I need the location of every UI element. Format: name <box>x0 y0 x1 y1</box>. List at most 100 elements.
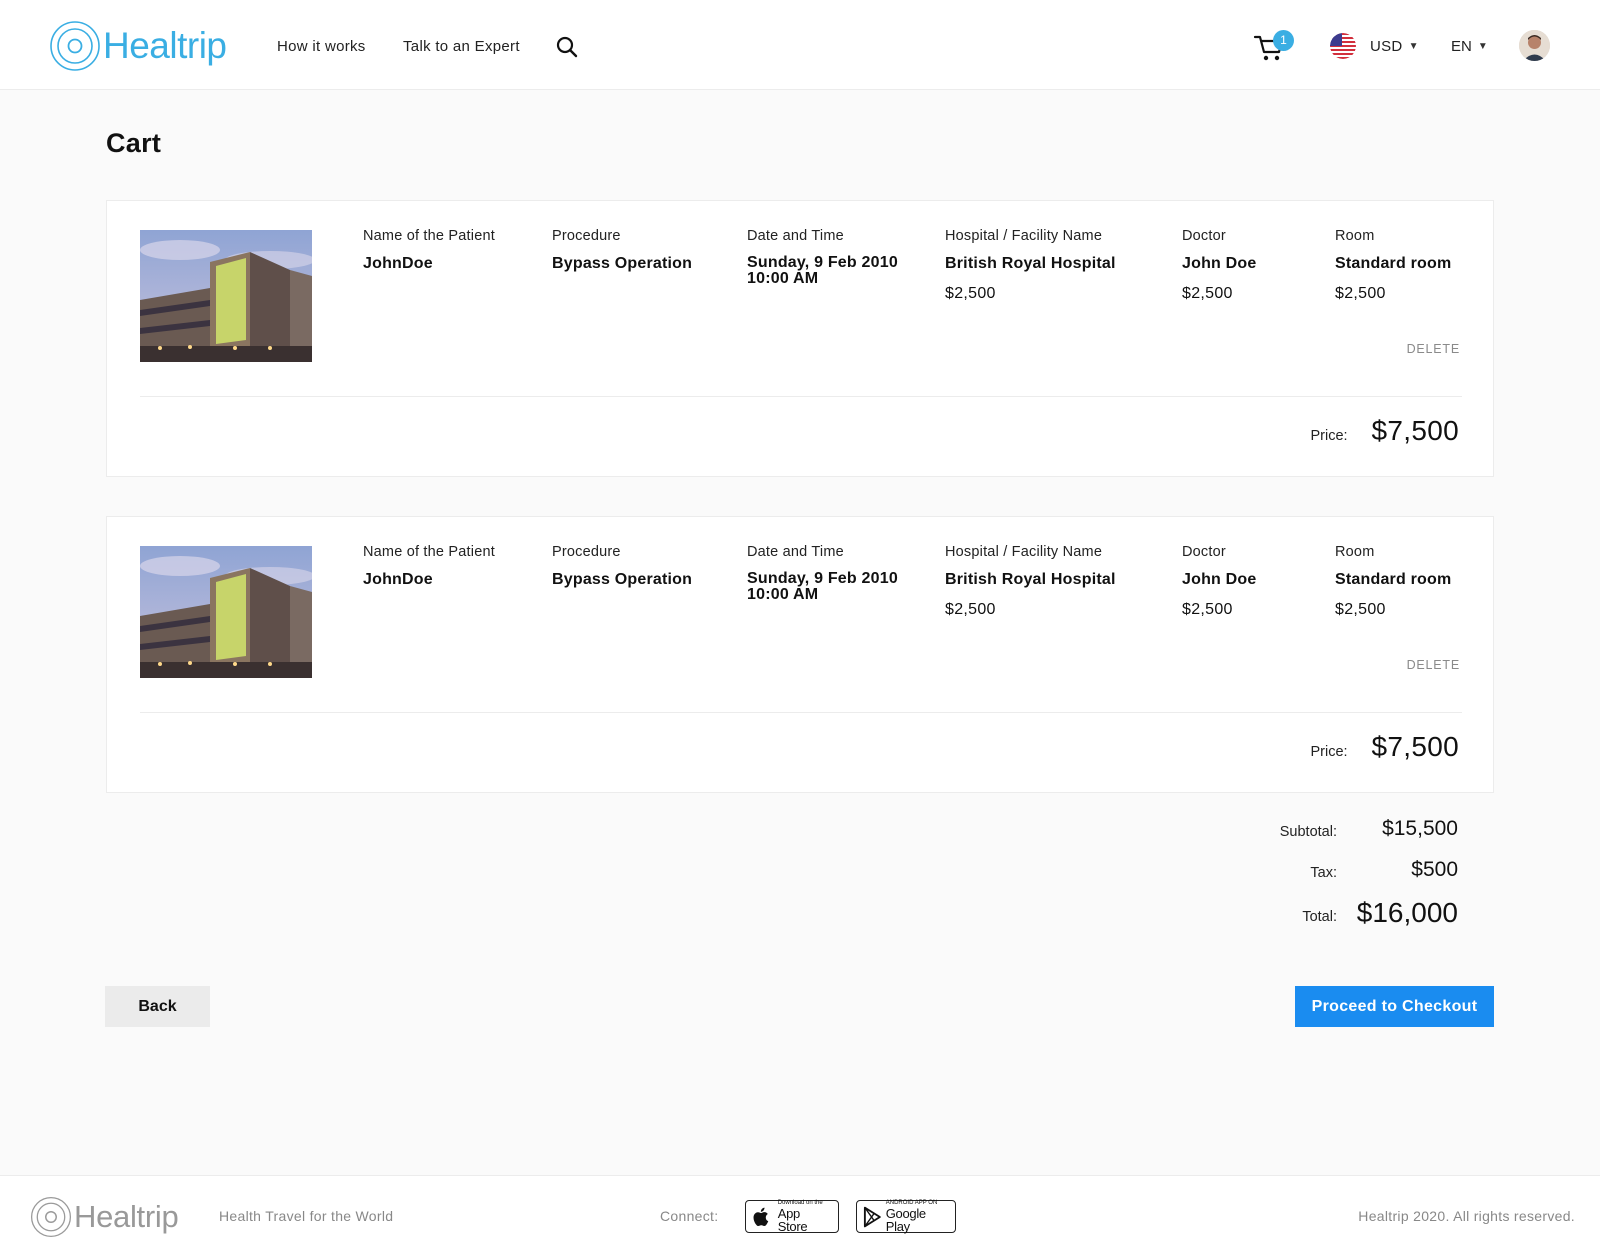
apple-icon <box>753 1207 769 1226</box>
chevron-down-icon: ▼ <box>1477 41 1488 52</box>
datetime-label: Date and Time <box>747 228 844 244</box>
proceed-to-checkout-button[interactable]: Proceed to Checkout <box>1295 986 1494 1027</box>
currency-label: USD <box>1370 37 1403 55</box>
doctor-column: Doctor John Doe $2,500 <box>1182 544 1257 619</box>
google-play-icon <box>863 1206 881 1227</box>
divider <box>140 396 1462 397</box>
total-label: Total: <box>1302 909 1337 925</box>
divider <box>140 712 1462 713</box>
doctor-label: Doctor <box>1182 228 1226 244</box>
doctor-column: Doctor John Doe $2,500 <box>1182 228 1257 303</box>
room-label: Room <box>1335 228 1375 244</box>
hospital-name: British Royal Hospital <box>945 571 1116 588</box>
item-price-row: Price: $7,500 <box>1310 731 1459 763</box>
cart-item: Name of the Patient JohnDoe Procedure By… <box>106 516 1494 793</box>
appointment-date: Sunday, 9 Feb 2010 <box>747 570 898 587</box>
price-label: Price: <box>1310 744 1348 760</box>
footer-logo[interactable]: Healtrip <box>30 1196 179 1238</box>
procedure-column: Procedure Bypass Operation <box>552 544 692 589</box>
hospital-label: Hospital / Facility Name <box>945 544 1103 560</box>
room-label: Room <box>1335 544 1375 560</box>
procedure-label: Procedure <box>552 544 621 560</box>
subtotal-value: $15,500 <box>1382 817 1458 840</box>
total-value: $16,000 <box>1356 897 1458 928</box>
cart-count-badge: 1 <box>1273 30 1294 51</box>
healtrip-logo-icon <box>30 1196 72 1238</box>
chevron-down-icon: ▼ <box>1408 40 1419 52</box>
currency-selector[interactable]: USD ▼ <box>1330 33 1418 59</box>
hospital-name: British Royal Hospital <box>945 255 1116 272</box>
procedure-name: Bypass Operation <box>552 255 693 272</box>
patient-label: Name of the Patient <box>363 228 495 244</box>
doctor-name: John Doe <box>1182 255 1257 272</box>
doctor-price: $2,500 <box>1182 285 1233 302</box>
subtotal-label: Subtotal: <box>1279 824 1337 840</box>
nav-talk-to-expert[interactable]: Talk to an Expert <box>403 38 520 55</box>
appointment-date: Sunday, 9 Feb 2010 <box>747 254 898 271</box>
hospital-column: Hospital / Facility Name British Royal H… <box>945 228 1116 303</box>
doctor-label: Doctor <box>1182 544 1226 560</box>
connect-label: Connect: <box>660 1208 719 1224</box>
tax-label: Tax: <box>1310 865 1337 881</box>
appointment-time: 10:00 AM <box>747 270 819 287</box>
datetime-column: Date and Time Sunday, 9 Feb 2010 10:00 A… <box>747 228 898 287</box>
logo[interactable]: Healtrip <box>49 20 227 72</box>
tax-row: Tax: $500 <box>1138 857 1458 899</box>
appointment-time: 10:00 AM <box>747 586 819 603</box>
hospital-label: Hospital / Facility Name <box>945 228 1103 244</box>
room-price: $2,500 <box>1335 601 1386 618</box>
footer-logo-text: Healtrip <box>74 1199 179 1234</box>
copyright-text: Healtrip 2020. All rights reserved. <box>1358 1208 1575 1224</box>
hospital-price: $2,500 <box>945 285 996 302</box>
logo-text: Healtrip <box>103 25 227 66</box>
item-price-row: Price: $7,500 <box>1310 415 1459 447</box>
us-flag-icon <box>1330 33 1356 59</box>
item-price: $7,500 <box>1371 731 1459 762</box>
total-row: Total: $16,000 <box>1138 897 1458 941</box>
tax-value: $500 <box>1411 858 1458 881</box>
patient-column: Name of the Patient JohnDoe <box>363 544 495 589</box>
room-price: $2,500 <box>1335 285 1386 302</box>
footer-tagline: Health Travel for the World <box>219 1208 394 1224</box>
item-price: $7,500 <box>1371 415 1459 446</box>
language-selector[interactable]: EN ▼ <box>1451 38 1488 55</box>
room-column: Room Standard room $2,500 <box>1335 544 1451 619</box>
procedure-label: Procedure <box>552 228 621 244</box>
hospital-image <box>140 230 312 362</box>
patient-name: JohnDoe <box>363 255 433 272</box>
hospital-image <box>140 546 312 678</box>
patient-label: Name of the Patient <box>363 544 495 560</box>
language-label: EN <box>1451 38 1472 55</box>
datetime-column: Date and Time Sunday, 9 Feb 2010 10:00 A… <box>747 544 898 603</box>
user-avatar[interactable] <box>1519 30 1550 61</box>
procedure-name: Bypass Operation <box>552 571 693 588</box>
avatar-icon <box>1519 30 1550 61</box>
datetime-label: Date and Time <box>747 544 844 560</box>
google-play-text: Google Play <box>885 1206 926 1234</box>
footer: Healtrip Health Travel for the World Con… <box>0 1175 1600 1254</box>
app-store-text: App Store <box>777 1206 808 1234</box>
room-column: Room Standard room $2,500 <box>1335 228 1451 303</box>
delete-item-button[interactable]: DELETE <box>1407 342 1460 356</box>
healtrip-logo-icon <box>50 21 100 71</box>
patient-name: JohnDoe <box>363 571 433 588</box>
doctor-name: John Doe <box>1182 571 1257 588</box>
hospital-price: $2,500 <box>945 601 996 618</box>
app-store-badge[interactable]: Download on the App Store <box>745 1200 839 1233</box>
doctor-price: $2,500 <box>1182 601 1233 618</box>
cart-item: Name of the Patient JohnDoe Procedure By… <box>106 200 1494 477</box>
subtotal-row: Subtotal: $15,500 <box>1138 815 1458 857</box>
price-label: Price: <box>1310 428 1348 444</box>
delete-item-button[interactable]: DELETE <box>1407 658 1460 672</box>
top-header: Healtrip How it works Talk to an Expert … <box>0 0 1600 90</box>
page-title: Cart <box>106 128 162 158</box>
search-icon[interactable] <box>556 36 578 58</box>
hospital-column: Hospital / Facility Name British Royal H… <box>945 544 1116 619</box>
google-play-badge[interactable]: ANDROID APP ON Google Play <box>856 1200 956 1233</box>
procedure-column: Procedure Bypass Operation <box>552 228 692 273</box>
nav-how-it-works[interactable]: How it works <box>277 38 366 55</box>
patient-column: Name of the Patient JohnDoe <box>363 228 495 273</box>
room-type: Standard room <box>1335 571 1452 588</box>
back-button[interactable]: Back <box>105 986 210 1027</box>
order-totals: Subtotal: $15,500 Tax: $500 Total: $16,0… <box>1138 815 1458 941</box>
